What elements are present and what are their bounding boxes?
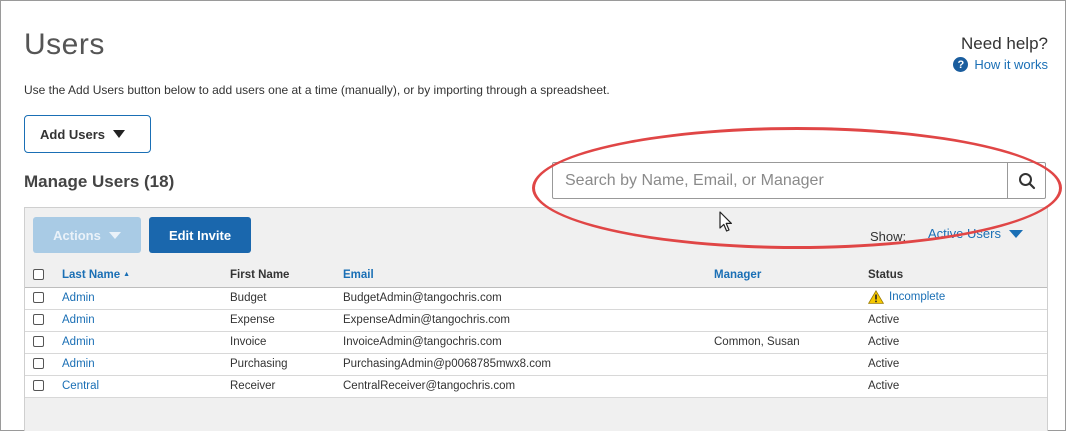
row-checkbox[interactable] xyxy=(33,358,44,370)
last-name-link[interactable]: Admin xyxy=(62,331,230,354)
last-name-link[interactable]: Central xyxy=(62,375,230,398)
search-button[interactable] xyxy=(1007,163,1045,198)
select-all-cell xyxy=(25,263,62,288)
column-header-email[interactable]: Email xyxy=(343,263,714,288)
column-header-first-name: First Name xyxy=(230,263,343,288)
table-header-row: Last Name ▲ First Name Email Manager Stat… xyxy=(25,263,1047,288)
table-row: Central Receiver CentralReceiver@tangoch… xyxy=(25,375,1047,398)
caret-down-icon xyxy=(113,130,126,138)
column-header-status: Status xyxy=(868,263,1047,288)
row-checkbox[interactable] xyxy=(33,336,44,348)
caret-down-icon xyxy=(108,231,121,239)
row-checkbox[interactable] xyxy=(33,380,44,392)
email-cell: PurchasingAdmin@p0068785mwx8.com xyxy=(343,353,714,376)
magnifier-icon xyxy=(1018,172,1035,189)
users-table: Last Name ▲ First Name Email Manager Stat… xyxy=(25,263,1047,398)
email-cell: CentralReceiver@tangochris.com xyxy=(343,375,714,398)
warning-icon xyxy=(868,289,884,304)
row-select-cell xyxy=(25,353,62,376)
status-cell: Active xyxy=(868,331,1047,354)
manager-cell: Common, Susan xyxy=(714,331,868,354)
caret-down-icon xyxy=(1008,229,1023,238)
help-section: Need help? ? How it works xyxy=(953,34,1048,73)
table-row: Admin Invoice InvoiceAdmin@tangochris.co… xyxy=(25,331,1047,354)
row-checkbox[interactable] xyxy=(33,314,44,326)
edit-invite-button[interactable]: Edit Invite xyxy=(149,217,251,253)
column-header-manager[interactable]: Manager xyxy=(714,263,868,288)
first-name-cell: Expense xyxy=(230,309,343,332)
mouse-cursor-icon xyxy=(719,211,732,232)
first-name-cell: Budget xyxy=(230,287,343,310)
manager-cell xyxy=(714,287,868,310)
manager-cell xyxy=(714,375,868,398)
page-title: Users xyxy=(24,28,105,61)
question-circle-icon: ? xyxy=(953,57,969,72)
select-all-checkbox[interactable] xyxy=(33,269,44,281)
manage-users-title: Manage Users (18) xyxy=(24,172,175,191)
actions-label: Actions xyxy=(53,227,101,243)
help-title: Need help? xyxy=(961,34,1048,53)
actions-button[interactable]: Actions xyxy=(33,217,141,253)
manager-cell xyxy=(714,353,868,376)
how-it-works-link[interactable]: ? How it works xyxy=(953,57,1048,72)
add-users-button[interactable]: Add Users xyxy=(24,115,151,153)
email-cell: InvoiceAdmin@tangochris.com xyxy=(343,331,714,354)
page-description: Use the Add Users button below to add us… xyxy=(24,83,610,97)
sort-ascending-icon: ▲ xyxy=(123,271,131,279)
first-name-cell: Receiver xyxy=(230,375,343,398)
status-cell: Active xyxy=(868,375,1047,398)
row-select-cell xyxy=(25,331,62,354)
row-select-cell xyxy=(25,287,62,310)
search-box xyxy=(552,162,1046,199)
show-filter-value: Active Users xyxy=(928,226,1001,241)
search-input[interactable] xyxy=(553,163,1007,198)
users-table-panel: Actions Edit Invite Show: Active Users L… xyxy=(24,207,1048,431)
email-cell: ExpenseAdmin@tangochris.com xyxy=(343,309,714,332)
row-select-cell xyxy=(25,375,62,398)
column-header-label: Last Name xyxy=(62,268,121,281)
table-row: Admin Purchasing PurchasingAdmin@p006878… xyxy=(25,353,1047,376)
status-cell: Active xyxy=(868,309,1047,332)
last-name-link[interactable]: Admin xyxy=(62,309,230,332)
first-name-cell: Purchasing xyxy=(230,353,343,376)
show-label: Show: xyxy=(870,229,907,244)
row-select-cell xyxy=(25,309,62,332)
status-incomplete-link: Incomplete xyxy=(889,290,946,303)
manager-cell xyxy=(714,309,868,332)
column-header-last-name[interactable]: Last Name ▲ xyxy=(62,263,230,288)
status-incomplete[interactable]: Incomplete xyxy=(868,289,946,304)
last-name-link[interactable]: Admin xyxy=(62,353,230,376)
table-row: Admin Expense ExpenseAdmin@tangochris.co… xyxy=(25,309,1047,332)
row-checkbox[interactable] xyxy=(33,292,44,304)
first-name-cell: Invoice xyxy=(230,331,343,354)
last-name-link[interactable]: Admin xyxy=(62,287,230,310)
status-cell: Active xyxy=(868,353,1047,376)
show-filter-dropdown[interactable]: Active Users xyxy=(928,226,1023,241)
email-cell: BudgetAdmin@tangochris.com xyxy=(343,287,714,310)
table-row: Admin Budget BudgetAdmin@tangochris.com … xyxy=(25,287,1047,310)
how-it-works-label: How it works xyxy=(974,57,1048,72)
status-cell: Incomplete xyxy=(868,287,1047,310)
add-users-label: Add Users xyxy=(40,126,106,142)
